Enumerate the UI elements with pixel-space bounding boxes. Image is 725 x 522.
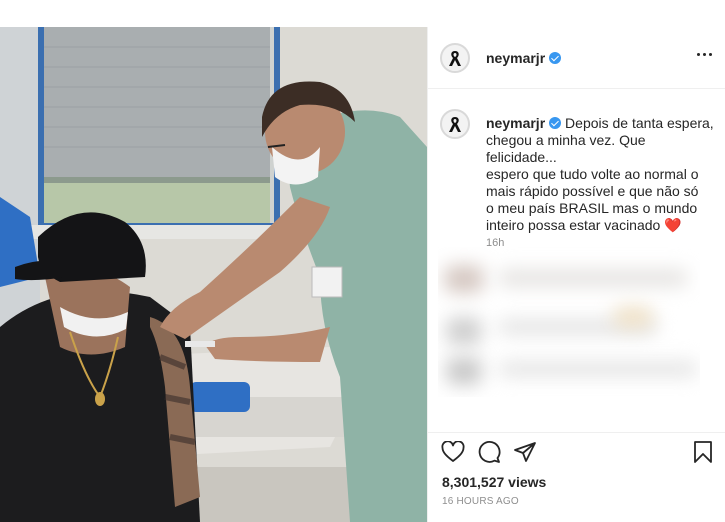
page-top-strip — [0, 0, 725, 27]
verified-badge-icon — [549, 52, 562, 64]
post-header: neymarjr — [428, 27, 725, 89]
post-actions — [428, 439, 725, 469]
actions-divider — [428, 432, 725, 433]
caption-line: felicidade... — [486, 149, 557, 165]
paper-plane-icon[interactable] — [512, 439, 538, 465]
heart-emoji: ❤️ — [664, 217, 682, 233]
vaccination-scene-image — [0, 27, 427, 522]
black-ribbon-icon — [449, 51, 461, 66]
caption-line: Depois de tanta espera, — [565, 115, 714, 131]
caption-line: o meu país BRASIL mas o mundo — [486, 200, 698, 216]
verified-badge-icon — [549, 117, 562, 129]
comment-icon[interactable] — [476, 439, 502, 465]
caption-line: mais rápido possível e que não só — [486, 183, 699, 199]
more-options-icon[interactable] — [697, 53, 712, 56]
header-username[interactable]: neymarjr — [486, 50, 545, 66]
posted-time[interactable]: 16 HOURS AGO — [442, 496, 519, 507]
heart-icon[interactable] — [440, 439, 466, 465]
caption-line: chegou a minha vez. Que — [486, 132, 646, 148]
post-sidebar: neymarjr neymarjr Depois de tanta espera… — [427, 27, 725, 522]
post-video[interactable] — [0, 27, 427, 522]
view-count[interactable]: 8,301,527 views — [442, 474, 546, 490]
caption-line: espero que tudo volte ao normal o — [486, 166, 699, 182]
caption-line: inteiro possa estar vacinado — [486, 217, 661, 233]
blurred-comments — [438, 247, 700, 397]
caption-username[interactable]: neymarjr — [486, 115, 545, 131]
black-ribbon-icon — [449, 117, 461, 132]
bookmark-icon[interactable] — [690, 439, 716, 465]
post-caption: neymarjr Depois de tanta espera, chegou … — [486, 115, 716, 234]
profile-avatar[interactable] — [440, 43, 470, 73]
caption-avatar[interactable] — [440, 109, 470, 139]
